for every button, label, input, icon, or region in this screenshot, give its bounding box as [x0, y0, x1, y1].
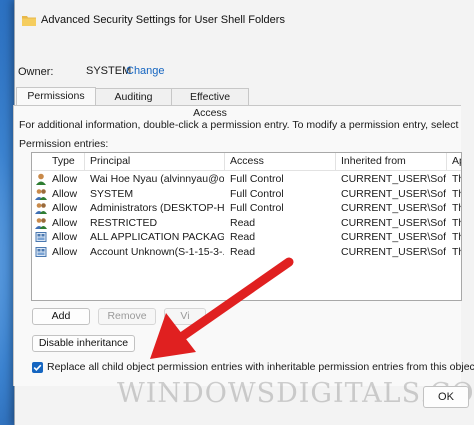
- users-icon: [35, 188, 47, 200]
- cell-access: Full Control: [230, 187, 284, 200]
- tab-auditing[interactable]: Auditing: [95, 88, 172, 105]
- cell-type: Allow: [52, 216, 78, 229]
- cell-type: Allow: [52, 173, 78, 185]
- package-icon: [35, 232, 47, 242]
- permission-entry-row[interactable]: Allow Wai Hoe Nyau (alvinnyau@o... Full Co…: [32, 172, 461, 187]
- permission-entries-list[interactable]: Type Principal Access Inherited from App…: [31, 152, 462, 301]
- cell-access: Read: [230, 245, 256, 258]
- remove-button[interactable]: Remove: [98, 308, 156, 325]
- cell-inherited-from: CURRENT_USER\Softw...: [341, 187, 446, 200]
- cell-inherited-from: CURRENT_USER\Softw...: [341, 245, 446, 258]
- info-text: For additional information, double-click…: [19, 119, 460, 131]
- permission-entry-row[interactable]: Allow RESTRICTED Read CURRENT_USER\Softw...…: [32, 216, 461, 231]
- cell-inherited-from: CURRENT_USER\Softw...: [341, 231, 446, 243]
- cell-type: Allow: [52, 231, 78, 243]
- permission-entries-label: Permission entries:: [19, 138, 109, 150]
- cell-type: Allow: [52, 187, 78, 200]
- change-owner-link[interactable]: Change: [126, 65, 165, 77]
- ok-button[interactable]: OK: [423, 386, 469, 408]
- column-principal[interactable]: Principal: [85, 153, 225, 170]
- cell-applies-to: This k: [452, 216, 461, 229]
- view-button[interactable]: Vi: [164, 308, 206, 325]
- replace-child-permissions-label: Replace all child object permission entr…: [47, 361, 474, 373]
- cell-principal: SYSTEM: [90, 187, 134, 200]
- tab-permissions[interactable]: Permissions: [16, 87, 96, 105]
- permission-entry-row[interactable]: Allow Administrators (DESKTOP-HH... Full C…: [32, 201, 461, 216]
- cell-principal: RESTRICTED: [90, 216, 158, 229]
- users-icon: [35, 217, 47, 229]
- cell-access: Full Control: [230, 173, 284, 185]
- permission-entry-row[interactable]: Allow SYSTEM Full Control CURRENT_USER\Sof t…: [32, 187, 461, 202]
- cell-applies-to: This k: [452, 173, 461, 185]
- users-icon: [35, 203, 47, 214]
- permission-entry-row[interactable]: Allow Account Unknown(S-1-15-3-... Read CUR…: [32, 245, 461, 260]
- package-icon: [35, 246, 47, 257]
- cell-inherited-from: CURRENT_USER\Softw...: [341, 216, 446, 229]
- cell-principal: Administrators (DESKTOP-HH...: [90, 202, 224, 214]
- title-bar[interactable]: Advanced Security Settings for User Shel…: [15, 0, 474, 40]
- cell-principal: Account Unknown(S-1-15-3-...: [90, 245, 224, 258]
- cell-inherited-from: CURRENT_USER\Softw...: [341, 202, 446, 214]
- cell-principal: ALL APPLICATION PACKAGES: [90, 231, 224, 243]
- cell-inherited-from: CURRENT_USER\Softw...: [341, 173, 446, 185]
- column-type[interactable]: Type: [47, 153, 85, 170]
- window-title: Advanced Security Settings for User Shel…: [41, 14, 285, 26]
- owner-label: Owner:: [18, 66, 54, 78]
- column-inherited-from[interactable]: Inherited from: [336, 153, 447, 170]
- column-applies-to[interactable]: Appli: [447, 153, 461, 170]
- column-access[interactable]: Access: [225, 153, 336, 170]
- checkmark-icon: [33, 364, 42, 371]
- user-icon: [36, 173, 46, 185]
- owner-value: SYSTEM: [86, 65, 132, 77]
- cell-applies-to: This k: [452, 187, 461, 200]
- cell-type: Allow: [52, 245, 78, 258]
- cell-principal: Wai Hoe Nyau (alvinnyau@o...: [90, 173, 224, 185]
- cell-applies-to: This k: [452, 245, 461, 258]
- replace-child-permissions-checkbox[interactable]: [32, 362, 43, 373]
- cell-applies-to: This k: [452, 202, 461, 214]
- list-header: Type Principal Access Inherited from App…: [32, 153, 461, 171]
- watermark-logo: WINDOWSDIGITALS.COM: [117, 378, 474, 409]
- cell-type: Allow: [52, 202, 78, 214]
- cell-access: Read: [230, 216, 256, 229]
- disable-inheritance-button[interactable]: Disable inheritance: [32, 335, 135, 352]
- add-button[interactable]: Add: [32, 308, 90, 325]
- cell-applies-to: This k: [452, 231, 461, 243]
- tab-effective-access[interactable]: Effective Access: [171, 88, 249, 119]
- cell-access: Read: [230, 231, 256, 243]
- permission-entry-row[interactable]: Allow ALL APPLICATION PACKAGES Read CURRENT…: [32, 230, 461, 245]
- folder-icon: [22, 16, 36, 26]
- cell-access: Full Control: [230, 202, 284, 214]
